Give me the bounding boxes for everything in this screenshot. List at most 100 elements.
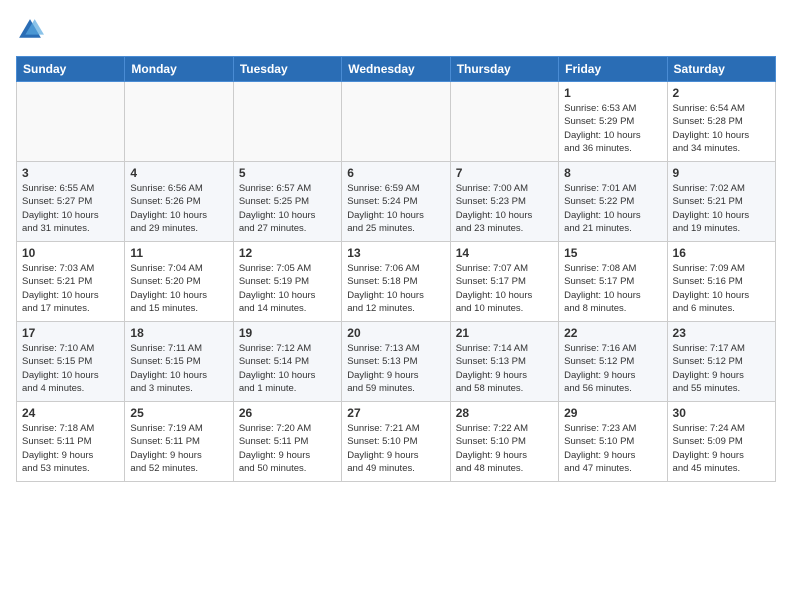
calendar-day-19: 19 Sunrise: 7:12 AM Sunset: 5:14 PM Dayli…: [233, 322, 341, 402]
calendar-day-4: 4 Sunrise: 6:56 AM Sunset: 5:26 PM Daylig…: [125, 162, 233, 242]
day-number: 5: [239, 166, 336, 180]
day-info: Sunrise: 7:13 AM Sunset: 5:13 PM Dayligh…: [347, 342, 444, 395]
calendar-day-3: 3 Sunrise: 6:55 AM Sunset: 5:27 PM Daylig…: [17, 162, 125, 242]
calendar-day-empty: [450, 82, 558, 162]
day-number: 21: [456, 326, 553, 340]
calendar-day-21: 21 Sunrise: 7:14 AM Sunset: 5:13 PM Dayli…: [450, 322, 558, 402]
day-number: 7: [456, 166, 553, 180]
weekday-header-thursday: Thursday: [450, 57, 558, 82]
calendar-day-29: 29 Sunrise: 7:23 AM Sunset: 5:10 PM Dayli…: [559, 402, 667, 482]
calendar-day-9: 9 Sunrise: 7:02 AM Sunset: 5:21 PM Daylig…: [667, 162, 775, 242]
day-info: Sunrise: 7:23 AM Sunset: 5:10 PM Dayligh…: [564, 422, 661, 475]
calendar-week-row: 1 Sunrise: 6:53 AM Sunset: 5:29 PM Daylig…: [17, 82, 776, 162]
day-number: 19: [239, 326, 336, 340]
day-info: Sunrise: 7:17 AM Sunset: 5:12 PM Dayligh…: [673, 342, 770, 395]
day-number: 4: [130, 166, 227, 180]
day-number: 22: [564, 326, 661, 340]
day-number: 24: [22, 406, 119, 420]
calendar-day-empty: [125, 82, 233, 162]
day-number: 25: [130, 406, 227, 420]
day-number: 11: [130, 246, 227, 260]
day-number: 23: [673, 326, 770, 340]
day-number: 8: [564, 166, 661, 180]
weekday-header-tuesday: Tuesday: [233, 57, 341, 82]
day-info: Sunrise: 6:57 AM Sunset: 5:25 PM Dayligh…: [239, 182, 336, 235]
day-info: Sunrise: 7:16 AM Sunset: 5:12 PM Dayligh…: [564, 342, 661, 395]
calendar-day-8: 8 Sunrise: 7:01 AM Sunset: 5:22 PM Daylig…: [559, 162, 667, 242]
logo-icon: [16, 16, 44, 44]
day-info: Sunrise: 6:56 AM Sunset: 5:26 PM Dayligh…: [130, 182, 227, 235]
day-number: 17: [22, 326, 119, 340]
day-info: Sunrise: 7:08 AM Sunset: 5:17 PM Dayligh…: [564, 262, 661, 315]
calendar-day-26: 26 Sunrise: 7:20 AM Sunset: 5:11 PM Dayli…: [233, 402, 341, 482]
page: SundayMondayTuesdayWednesdayThursdayFrid…: [0, 0, 792, 494]
calendar-day-7: 7 Sunrise: 7:00 AM Sunset: 5:23 PM Daylig…: [450, 162, 558, 242]
day-info: Sunrise: 6:53 AM Sunset: 5:29 PM Dayligh…: [564, 102, 661, 155]
day-info: Sunrise: 7:14 AM Sunset: 5:13 PM Dayligh…: [456, 342, 553, 395]
day-number: 9: [673, 166, 770, 180]
day-info: Sunrise: 7:19 AM Sunset: 5:11 PM Dayligh…: [130, 422, 227, 475]
day-info: Sunrise: 7:00 AM Sunset: 5:23 PM Dayligh…: [456, 182, 553, 235]
calendar-day-22: 22 Sunrise: 7:16 AM Sunset: 5:12 PM Dayli…: [559, 322, 667, 402]
calendar-day-6: 6 Sunrise: 6:59 AM Sunset: 5:24 PM Daylig…: [342, 162, 450, 242]
day-number: 6: [347, 166, 444, 180]
calendar-day-1: 1 Sunrise: 6:53 AM Sunset: 5:29 PM Daylig…: [559, 82, 667, 162]
day-number: 30: [673, 406, 770, 420]
calendar-day-14: 14Sunrise: 7:07 AM Sunset: 5:17 PM Dayli…: [450, 242, 558, 322]
day-info: Sunrise: 7:03 AM Sunset: 5:21 PM Dayligh…: [22, 262, 119, 315]
day-number: 12: [239, 246, 336, 260]
day-number: 20: [347, 326, 444, 340]
day-info: Sunrise: 7:04 AM Sunset: 5:20 PM Dayligh…: [130, 262, 227, 315]
day-info: Sunrise: 7:11 AM Sunset: 5:15 PM Dayligh…: [130, 342, 227, 395]
day-info: Sunrise: 6:55 AM Sunset: 5:27 PM Dayligh…: [22, 182, 119, 235]
weekday-header-monday: Monday: [125, 57, 233, 82]
weekday-header-sunday: Sunday: [17, 57, 125, 82]
day-info: Sunrise: 7:21 AM Sunset: 5:10 PM Dayligh…: [347, 422, 444, 475]
day-number: 2: [673, 86, 770, 100]
calendar-day-20: 20 Sunrise: 7:13 AM Sunset: 5:13 PM Dayli…: [342, 322, 450, 402]
day-number: 16: [673, 246, 770, 260]
calendar-day-12: 12 Sunrise: 7:05 AM Sunset: 5:19 PM Dayli…: [233, 242, 341, 322]
calendar-day-16: 16 Sunrise: 7:09 AM Sunset: 5:16 PM Dayli…: [667, 242, 775, 322]
calendar-week-row: 24 Sunrise: 7:18 AM Sunset: 5:11 PM Dayli…: [17, 402, 776, 482]
day-info: Sunrise: 6:59 AM Sunset: 5:24 PM Dayligh…: [347, 182, 444, 235]
header: [16, 16, 776, 44]
day-info: Sunrise: 7:22 AM Sunset: 5:10 PM Dayligh…: [456, 422, 553, 475]
day-number: 3: [22, 166, 119, 180]
day-info: Sunrise: 7:20 AM Sunset: 5:11 PM Dayligh…: [239, 422, 336, 475]
day-info: Sunrise: 7:09 AM Sunset: 5:16 PM Dayligh…: [673, 262, 770, 315]
day-number: 1: [564, 86, 661, 100]
calendar-day-25: 25 Sunrise: 7:19 AM Sunset: 5:11 PM Dayli…: [125, 402, 233, 482]
calendar-day-30: 30 Sunrise: 7:24 AM Sunset: 5:09 PM Dayli…: [667, 402, 775, 482]
calendar-week-row: 17 Sunrise: 7:10 AM Sunset: 5:15 PM Dayli…: [17, 322, 776, 402]
day-info: Sunrise: 7:12 AM Sunset: 5:14 PM Dayligh…: [239, 342, 336, 395]
calendar-day-2: 2 Sunrise: 6:54 AM Sunset: 5:28 PM Daylig…: [667, 82, 775, 162]
day-info: Sunrise: 7:02 AM Sunset: 5:21 PM Dayligh…: [673, 182, 770, 235]
day-info: Sunrise: 6:54 AM Sunset: 5:28 PM Dayligh…: [673, 102, 770, 155]
logo: [16, 16, 48, 44]
day-info: Sunrise: 7:05 AM Sunset: 5:19 PM Dayligh…: [239, 262, 336, 315]
day-info: Sunrise: 7:24 AM Sunset: 5:09 PM Dayligh…: [673, 422, 770, 475]
day-number: 15: [564, 246, 661, 260]
calendar-day-empty: [342, 82, 450, 162]
calendar-table: SundayMondayTuesdayWednesdayThursdayFrid…: [16, 56, 776, 482]
calendar-day-27: 27Sunrise: 7:21 AM Sunset: 5:10 PM Dayli…: [342, 402, 450, 482]
weekday-header-wednesday: Wednesday: [342, 57, 450, 82]
day-number: 28: [456, 406, 553, 420]
weekday-header-saturday: Saturday: [667, 57, 775, 82]
weekday-header-friday: Friday: [559, 57, 667, 82]
day-number: 29: [564, 406, 661, 420]
day-info: Sunrise: 7:18 AM Sunset: 5:11 PM Dayligh…: [22, 422, 119, 475]
calendar-day-17: 17 Sunrise: 7:10 AM Sunset: 5:15 PM Dayli…: [17, 322, 125, 402]
day-number: 14: [456, 246, 553, 260]
calendar-day-empty: [17, 82, 125, 162]
day-info: Sunrise: 7:10 AM Sunset: 5:15 PM Dayligh…: [22, 342, 119, 395]
calendar-week-row: 3 Sunrise: 6:55 AM Sunset: 5:27 PM Daylig…: [17, 162, 776, 242]
calendar-day-23: 23 Sunrise: 7:17 AM Sunset: 5:12 PM Dayli…: [667, 322, 775, 402]
calendar-day-15: 15 Sunrise: 7:08 AM Sunset: 5:17 PM Dayli…: [559, 242, 667, 322]
day-number: 26: [239, 406, 336, 420]
calendar-day-28: 28 Sunrise: 7:22 AM Sunset: 5:10 PM Dayli…: [450, 402, 558, 482]
calendar-day-empty: [233, 82, 341, 162]
day-number: 13: [347, 246, 444, 260]
day-info: Sunrise: 7:01 AM Sunset: 5:22 PM Dayligh…: [564, 182, 661, 235]
